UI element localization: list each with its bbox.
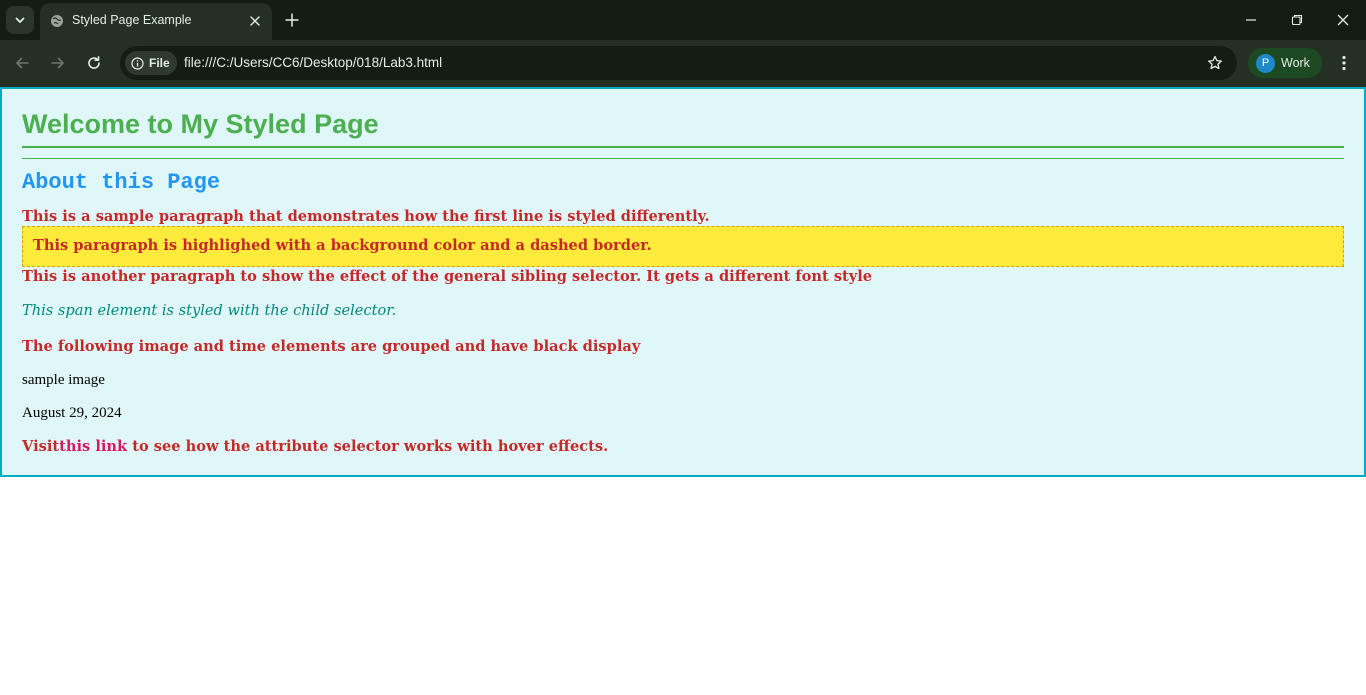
restore-icon <box>1291 14 1303 26</box>
browser-menu-button[interactable] <box>1332 51 1356 75</box>
first-line-paragraph: This is a sample paragraph that demonstr… <box>22 208 710 225</box>
info-icon <box>131 56 144 70</box>
close-window-button[interactable] <box>1320 0 1366 40</box>
heading-underline <box>22 146 1344 148</box>
reload-icon <box>88 56 100 69</box>
highlighted-paragraph-text: This paragraph is highlighed with a back… <box>33 237 652 254</box>
star-icon <box>1208 55 1222 70</box>
profile-label: Work <box>1281 56 1310 70</box>
reload-button[interactable] <box>80 49 108 77</box>
arrow-right-icon <box>51 57 64 69</box>
toolbar: File file:///C:/Users/CC6/Desktop/018/La… <box>0 40 1366 87</box>
tab-search-button[interactable] <box>6 6 34 34</box>
profile-button[interactable]: P Work <box>1248 48 1322 78</box>
close-tab-icon[interactable] <box>246 12 264 30</box>
plus-icon <box>285 13 299 27</box>
chevron-down-icon <box>15 17 25 23</box>
new-tab-button[interactable] <box>280 8 304 32</box>
tab-styled-page[interactable]: Styled Page Example <box>40 3 272 40</box>
restore-button[interactable] <box>1274 0 1320 40</box>
attribute-link[interactable]: this link <box>59 438 127 455</box>
url-text[interactable]: file:///C:/Users/CC6/Desktop/018/Lab3.ht… <box>184 55 442 70</box>
image-alt-text: sample image <box>22 372 105 388</box>
arrow-left-icon <box>16 57 29 69</box>
sample-image: sample image <box>22 372 105 389</box>
avatar: P <box>1256 53 1275 73</box>
grouped-paragraph: The following image and time elements ar… <box>22 338 641 355</box>
link-paragraph: Visitthis link to see how the attribute … <box>22 438 608 455</box>
link-prefix: Visit <box>22 438 60 455</box>
globe-icon <box>50 14 64 28</box>
highlighted-paragraph: This paragraph is highlighed with a back… <box>22 226 1344 267</box>
close-icon <box>1337 14 1349 26</box>
minimize-icon <box>1246 19 1256 21</box>
site-chip-label: File <box>149 56 170 70</box>
divider <box>22 158 1344 159</box>
link-suffix: to see how the attribute selector works … <box>127 438 609 455</box>
tab-title: Styled Page Example <box>72 13 192 27</box>
back-button[interactable] <box>8 49 36 77</box>
bookmark-button[interactable] <box>1205 53 1225 73</box>
more-vert-icon <box>1342 55 1346 71</box>
child-span: This span element is styled with the chi… <box>22 302 397 319</box>
address-bar[interactable]: File file:///C:/Users/CC6/Desktop/018/La… <box>120 46 1237 80</box>
site-info-chip[interactable]: File <box>125 51 177 75</box>
sibling-paragraph: This is another paragraph to show the ef… <box>22 268 873 285</box>
time-element: August 29, 2024 <box>22 405 122 421</box>
minimize-button[interactable] <box>1228 0 1274 40</box>
tab-bar: Styled Page Example <box>0 0 1366 40</box>
page-title: Welcome to My Styled Page <box>22 109 379 139</box>
page-body: Welcome to My Styled Page About this Pag… <box>0 87 1366 477</box>
forward-button[interactable] <box>44 49 72 77</box>
section-heading: About this Page <box>22 170 221 195</box>
